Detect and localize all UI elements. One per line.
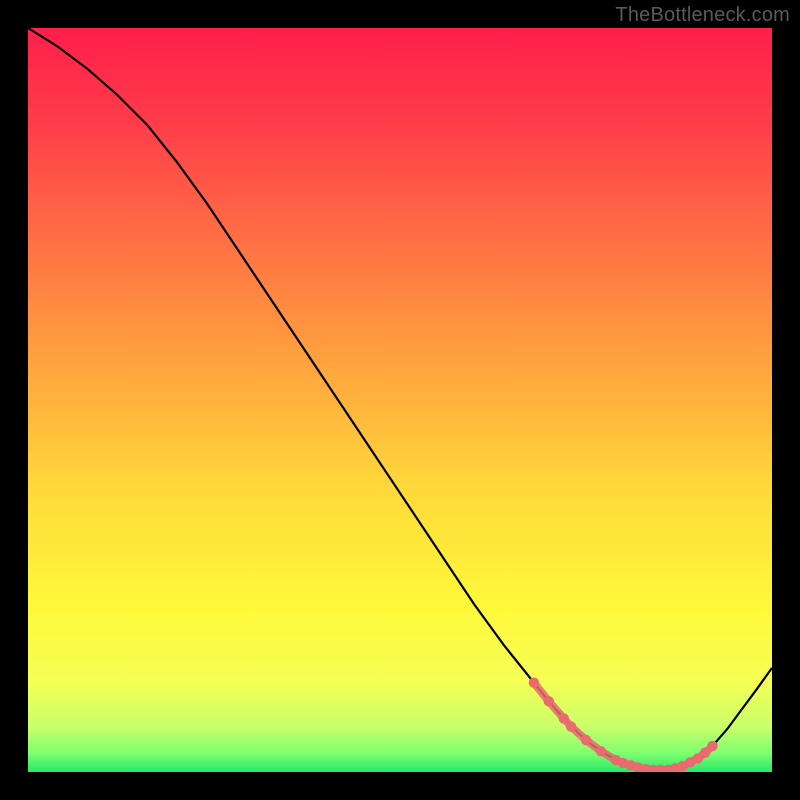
- marker-dot: [566, 721, 576, 731]
- chart-container: TheBottleneck.com: [0, 0, 800, 800]
- plot-svg: [28, 28, 772, 772]
- gradient-background: [28, 28, 772, 772]
- marker-dot: [529, 678, 539, 688]
- marker-dot: [544, 696, 554, 706]
- marker-dot: [581, 735, 591, 745]
- marker-dot: [707, 741, 717, 751]
- attribution-text: TheBottleneck.com: [615, 4, 790, 27]
- marker-dot: [596, 746, 606, 756]
- plot-area: [28, 28, 772, 772]
- marker-dot: [558, 713, 568, 723]
